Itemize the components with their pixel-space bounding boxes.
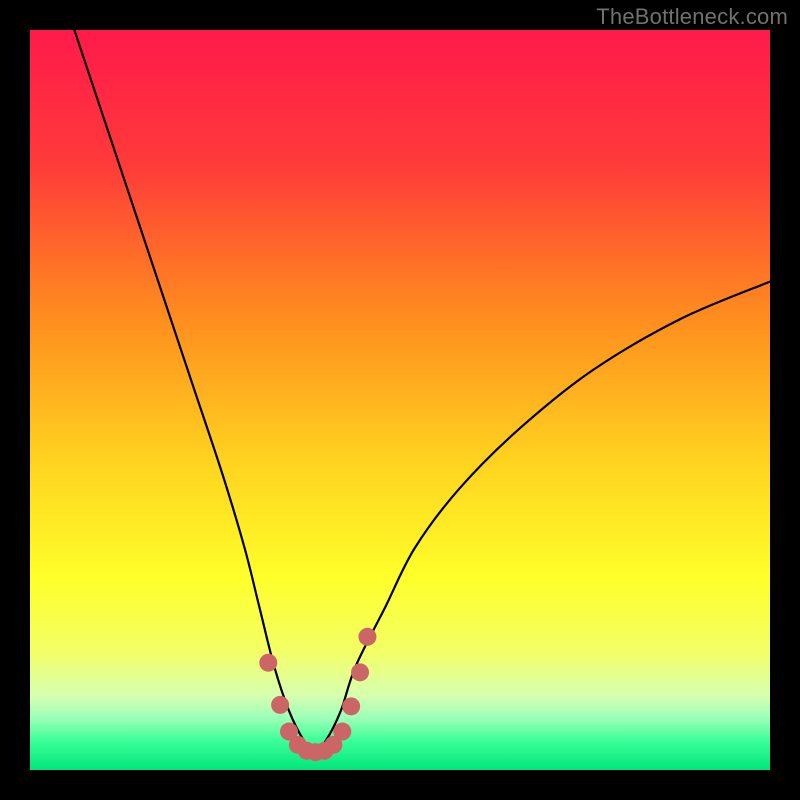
watermark-text: TheBottleneck.com (596, 4, 788, 30)
trough-dot (259, 654, 277, 672)
trough-dot (358, 628, 376, 646)
trough-dots (259, 628, 376, 761)
plot-svg (30, 30, 770, 770)
trough-dot (333, 723, 351, 741)
bottleneck-curve (74, 30, 770, 752)
trough-dot (342, 697, 360, 715)
plot-frame (30, 30, 770, 770)
trough-dot (271, 696, 289, 714)
trough-dot (351, 663, 369, 681)
